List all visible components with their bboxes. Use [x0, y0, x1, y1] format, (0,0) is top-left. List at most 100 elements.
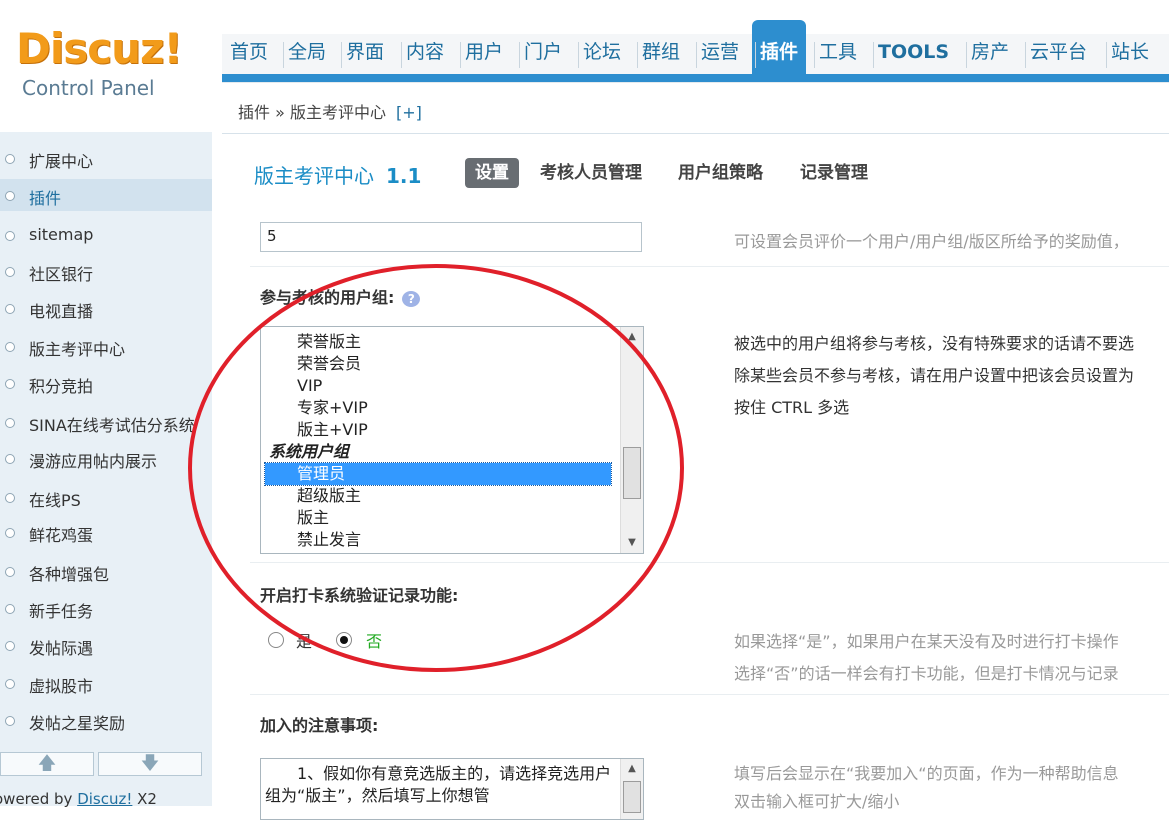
scroll-thumb[interactable]	[623, 447, 641, 499]
sidebar-item-11[interactable]: 各种增强包	[0, 555, 212, 587]
sidebar-item-label: 在线PS	[29, 491, 81, 510]
hint-line: 双击输入框可扩大/缩小	[734, 792, 900, 811]
tab-3[interactable]: 记录管理	[800, 158, 868, 188]
option-text: 荣誉会员	[297, 354, 362, 373]
sidebar-item-9[interactable]: 在线PS	[0, 481, 212, 513]
nav-item-6[interactable]: 论坛	[583, 34, 621, 74]
main-content: 版主考评中心 1.1 设置 考核人员管理 用户组策略 记录管理 5 可设置会员评价一个用…	[222, 132, 1169, 820]
notes-textarea[interactable]: 1、假如你有意竞选版主的，请选择竞选用户组为“版主”，然后填写上你想管 ▲	[260, 758, 644, 820]
scroll-thumb[interactable]	[623, 781, 641, 813]
select-option[interactable]: VIP	[265, 375, 611, 397]
tab-0[interactable]: 设置	[465, 158, 519, 188]
sidebar-item-8[interactable]: 漫游应用帖内展示	[0, 442, 212, 474]
tab-1[interactable]: 考核人员管理	[540, 158, 642, 188]
bullet-icon	[5, 493, 15, 503]
bullet-icon	[5, 231, 15, 241]
bullet-icon	[5, 641, 15, 651]
breadcrumb-path: 插件 » 版主考评中心	[238, 103, 386, 122]
nav-separator	[1025, 42, 1026, 68]
sidebar-item-5[interactable]: 版主考评中心	[0, 330, 212, 362]
sidebar-item-label: 发帖之星奖励	[29, 714, 126, 733]
discuz-link[interactable]: Discuz!	[77, 790, 132, 808]
scroll-up-icon[interactable]: ▲	[621, 327, 643, 347]
sidebar-item-label: 发帖际遇	[29, 639, 94, 658]
select-option[interactable]: 管理员	[264, 462, 612, 486]
sidebar-scroll-up-button[interactable]: 🡅	[0, 752, 94, 776]
sidebar: 扩展中心插件 sitemap 社区银行电视直播版主考评中心积分竞拍 SINA在线考试估…	[0, 132, 222, 808]
sidebar-item-0[interactable]: 扩展中心	[0, 142, 212, 174]
sidebar-item-2[interactable]: sitemap	[0, 219, 212, 251]
option-text: VIP	[297, 376, 323, 395]
sidebar-item-4[interactable]: 电视直播	[0, 292, 212, 324]
user-groups-select[interactable]: 荣誉版主 荣誉会员 VIP 专家+VIP 版主+VIP 系统用户组 管理员 超级版主 版主 禁止发…	[260, 326, 644, 554]
bullet-icon	[5, 454, 15, 464]
hint-line: 按住 CTRL 多选	[734, 398, 850, 417]
bullet-icon	[5, 679, 15, 689]
scroll-down-icon[interactable]: ▼	[621, 533, 643, 553]
nav-underline-bar	[222, 74, 1169, 82]
sidebar-item-label: 鲜花鸡蛋	[29, 526, 94, 545]
nav-item-10[interactable]: 工具	[819, 34, 857, 74]
nav-item-13[interactable]: 云平台	[1030, 34, 1087, 74]
sidebar-item-label: 新手任务	[29, 602, 94, 621]
select-option[interactable]: 禁止发言	[265, 529, 611, 551]
sidebar-item-7[interactable]: SINA在线考试估分系统	[0, 406, 212, 438]
sidebar-scroll-controls: 🡅 🡇	[0, 752, 212, 778]
nav-item-7[interactable]: 群组	[642, 34, 680, 74]
notes-scrollbar[interactable]: ▲	[620, 759, 643, 819]
nav-item-12[interactable]: 房产	[971, 34, 1009, 74]
nav-item-2[interactable]: 界面	[346, 34, 384, 74]
sidebar-item-14[interactable]: 虚拟股市	[0, 667, 212, 699]
nav-item-9[interactable]: 插件	[752, 20, 807, 74]
nav-item-0[interactable]: 首页	[230, 34, 268, 74]
reward-value-input[interactable]: 5	[260, 222, 642, 252]
select-option[interactable]: 专家+VIP	[265, 397, 611, 419]
row-divider	[250, 694, 1169, 695]
select-option[interactable]: 荣誉版主	[265, 331, 611, 353]
bullet-icon	[5, 567, 15, 577]
sidebar-item-label: 版主考评中心	[29, 340, 126, 359]
nav-separator	[966, 42, 967, 68]
bullet-icon	[5, 267, 15, 277]
bullet-icon	[5, 304, 15, 314]
sidebar-item-15[interactable]: 发帖之星奖励	[0, 704, 212, 736]
option-text: 专家+VIP	[297, 398, 368, 417]
discuz-logo[interactable]: Discuz! Control Panel	[16, 24, 196, 104]
checkin-yes-radio[interactable]	[268, 632, 284, 648]
scroll-up-icon[interactable]: ▲	[621, 759, 643, 779]
nav-item-8[interactable]: 运营	[701, 34, 739, 74]
sidebar-scroll-down-button[interactable]: 🡇	[98, 752, 202, 776]
bullet-icon	[5, 154, 15, 164]
nav-item-11[interactable]: TOOLS	[878, 34, 949, 74]
sidebar-item-label: 电视直播	[29, 302, 94, 321]
tab-2[interactable]: 用户组策略	[678, 158, 763, 188]
nav-item-1[interactable]: 全局	[288, 34, 326, 74]
select-scrollbar[interactable]: ▲ ▼	[620, 327, 643, 553]
sidebar-item-label: 扩展中心	[29, 152, 94, 171]
breadcrumb-expand-button[interactable]: [+]	[396, 103, 422, 122]
select-option[interactable]: 荣誉会员	[265, 353, 611, 375]
sidebar-item-13[interactable]: 发帖际遇	[0, 629, 212, 661]
nav-separator	[814, 42, 815, 68]
select-option[interactable]: 版主	[265, 507, 611, 529]
logo-subtitle: Control Panel	[22, 76, 155, 100]
checkin-yes-label: 是	[296, 632, 313, 651]
nav-item-14[interactable]: 站长	[1111, 34, 1149, 74]
nav-item-3[interactable]: 内容	[406, 34, 444, 74]
option-text: 版主+VIP	[297, 420, 368, 439]
select-option[interactable]: 版主+VIP	[265, 419, 611, 441]
powered-prefix: owered by	[0, 790, 78, 808]
sidebar-item-12[interactable]: 新手任务	[0, 592, 212, 624]
option-text: 系统用户组	[269, 442, 350, 461]
nav-item-5[interactable]: 门户	[524, 34, 562, 74]
select-option[interactable]: 超级版主	[265, 485, 611, 507]
checkin-no-radio[interactable]	[336, 632, 352, 648]
nav-item-4[interactable]: 用户	[465, 34, 503, 74]
sidebar-item-6[interactable]: 积分竞拍	[0, 367, 212, 399]
help-bubble-icon[interactable]: ?	[402, 290, 421, 307]
sidebar-item-3[interactable]: 社区银行	[0, 255, 212, 287]
groups-label: 参与考核的用户组:?	[260, 284, 421, 308]
sidebar-item-1[interactable]: 插件	[0, 179, 212, 211]
nav-separator	[401, 42, 402, 68]
sidebar-item-10[interactable]: 鲜花鸡蛋	[0, 516, 212, 548]
